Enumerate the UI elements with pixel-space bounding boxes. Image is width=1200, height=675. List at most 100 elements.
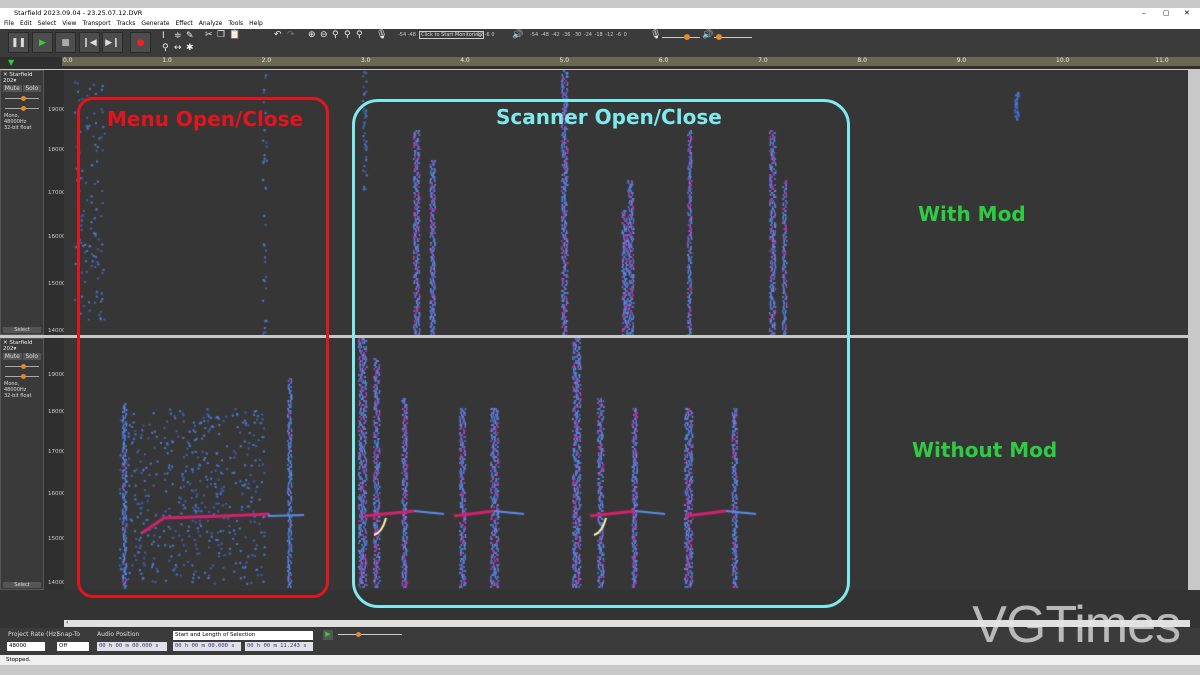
- status-bar: Stopped.: [0, 655, 1200, 665]
- close-button[interactable]: ✕: [1184, 8, 1190, 19]
- menu-tracks[interactable]: Tracks: [117, 20, 136, 27]
- ruler-tick: 0.0: [63, 57, 73, 64]
- maximize-button[interactable]: ▢: [1163, 8, 1170, 19]
- track-bitdepth: 32-bit float: [4, 125, 32, 131]
- select-button[interactable]: Select: [3, 327, 41, 333]
- skip-start-button[interactable]: ❙◀: [79, 32, 100, 53]
- play-at-speed-button[interactable]: ▶: [323, 630, 333, 640]
- record-meter-mic-icon: 🎙: [376, 30, 388, 40]
- menu-view[interactable]: View: [62, 20, 76, 27]
- start-monitoring-button[interactable]: Click to Start Monitoring: [419, 31, 484, 39]
- selection-mode-select[interactable]: Start and Length of Selection: [173, 631, 313, 640]
- selection-tool-icon[interactable]: I: [162, 31, 165, 41]
- zoom-in-icon[interactable]: ⊕: [308, 30, 316, 40]
- mic-volume-icon: 🎙: [650, 30, 662, 40]
- fit-project-icon[interactable]: ⚲: [344, 30, 351, 40]
- gain-slider[interactable]: [5, 96, 39, 101]
- menu-file[interactable]: File: [4, 20, 14, 27]
- menu-help[interactable]: Help: [249, 20, 263, 27]
- title-bar: Starfield 2023.09.04 - 23.25.07.12.DVR –…: [0, 8, 1200, 19]
- ruler-tick: 5.0: [559, 57, 570, 64]
- project-rate-select[interactable]: 48000: [7, 642, 45, 651]
- menu-select[interactable]: Select: [38, 20, 57, 27]
- menu-annotation-box: [77, 97, 329, 598]
- menu-edit[interactable]: Edit: [20, 20, 32, 27]
- gain-slider[interactable]: [5, 364, 39, 369]
- record-button[interactable]: ●: [130, 32, 151, 53]
- with-mod-label: With Mod: [918, 202, 1026, 226]
- menu-bar: File Edit Select View Transport Tracks Generat…: [0, 19, 1200, 29]
- watermark: VGTimes: [972, 596, 1181, 654]
- record-volume-thumb[interactable]: [684, 34, 690, 40]
- mute-button[interactable]: Mute: [3, 85, 22, 92]
- playback-volume-thumb[interactable]: [716, 34, 722, 40]
- ruler-tick: 2.0: [261, 57, 272, 64]
- timeline-ruler[interactable]: ▼ 0.0 1.0 2.0 3.0 4.0 5.0 6.0 7.0 8.0 9.0 10.0 11.0: [0, 57, 1200, 69]
- pan-slider[interactable]: [5, 106, 39, 111]
- ruler-tick: 3.0: [360, 57, 371, 64]
- scanner-annotation-box: [352, 99, 850, 608]
- ruler-tick: 9.0: [956, 57, 967, 64]
- minimize-button[interactable]: –: [1142, 8, 1146, 19]
- track-bitdepth: 32-bit float: [4, 393, 32, 399]
- track-control-panel: ✕ Starfield 202▾ Mute Solo Mono, 48000Hz …: [0, 70, 44, 335]
- selection-length-field[interactable]: 00 h 00 m 11.243 s: [245, 642, 313, 651]
- stop-button[interactable]: ■: [55, 32, 76, 53]
- pause-button[interactable]: ❚❚: [8, 32, 29, 53]
- ruler-tick: 4.0: [460, 57, 470, 64]
- ruler-tick: 1.0: [162, 57, 172, 64]
- window-title: Starfield 2023.09.04 - 23.25.07.12.DVR: [14, 9, 143, 17]
- pan-slider[interactable]: [5, 374, 39, 379]
- menu-annotation-label: Menu Open/Close: [107, 107, 304, 131]
- skip-end-button[interactable]: ▶❙: [102, 32, 123, 53]
- record-meter-scale-tail: -12 -6 0: [475, 32, 495, 38]
- ruler-tick: 10.0: [1056, 57, 1070, 64]
- ruler-tick: 8.0: [857, 57, 867, 64]
- playback-meter-scale: -54 -48 -42 -36 -30 -24 -18 -12 -6 0: [530, 32, 627, 38]
- undo-icon[interactable]: ↶: [274, 30, 282, 40]
- menu-tools[interactable]: Tools: [228, 20, 243, 27]
- zoom-out-icon[interactable]: ⊖: [320, 30, 328, 40]
- pin-head-icon[interactable]: ▼: [8, 58, 14, 67]
- playback-speaker-icon: 🔊: [512, 30, 524, 40]
- timeline-band[interactable]: [62, 57, 1200, 66]
- zoom-toggle-icon[interactable]: ⚲: [356, 30, 363, 40]
- speaker-volume-icon: 🔊: [702, 30, 714, 40]
- project-rate-label: Project Rate (Hz): [8, 631, 59, 638]
- track-format: Mono, 48000Hz: [4, 381, 27, 393]
- play-speed-slider[interactable]: [338, 634, 402, 635]
- ruler-tick: 11.0: [1155, 57, 1169, 64]
- ruler-tick: 7.0: [758, 57, 768, 64]
- selection-start-field[interactable]: 00 h 00 m 00.000 s: [173, 642, 241, 651]
- fit-selection-icon[interactable]: ⚲: [332, 30, 339, 40]
- redo-icon[interactable]: ↷: [287, 30, 295, 40]
- play-button[interactable]: ▶: [32, 32, 53, 53]
- audio-position-field[interactable]: 00 h 00 m 00.000 s: [97, 642, 167, 651]
- menu-transport[interactable]: Transport: [82, 20, 110, 27]
- envelope-tool-icon[interactable]: ≑: [174, 31, 182, 41]
- timeshift-tool-icon[interactable]: ↔: [174, 43, 182, 53]
- menu-generate[interactable]: Generate: [141, 20, 169, 27]
- paste-icon[interactable]: 📋: [229, 30, 240, 40]
- solo-button[interactable]: Solo: [22, 353, 41, 360]
- mute-button[interactable]: Mute: [3, 353, 22, 360]
- solo-button[interactable]: Solo: [22, 85, 41, 92]
- snap-to-select[interactable]: Off: [57, 642, 89, 651]
- scanner-annotation-label: Scanner Open/Close: [496, 105, 722, 129]
- ruler-tick: 6.0: [658, 57, 669, 64]
- zoom-tool-icon[interactable]: ⚲: [162, 43, 169, 53]
- audio-position-label: Audio Position: [97, 631, 140, 638]
- select-button[interactable]: Select: [3, 582, 41, 588]
- record-volume-slider[interactable]: [662, 37, 700, 38]
- menu-analyze[interactable]: Analyze: [199, 20, 223, 27]
- draw-tool-icon[interactable]: ✎: [186, 31, 194, 41]
- toolbar: ❚❚ ▶ ■ ❙◀ ▶❙ ● I ≑ ✎ ⚲ ↔ ✱ ✂ ❐ 📋 ↶ ↷ ⊕ ⊖…: [0, 29, 1200, 57]
- multi-tool-icon[interactable]: ✱: [186, 43, 194, 53]
- cut-icon[interactable]: ✂: [205, 30, 213, 40]
- menu-effect[interactable]: Effect: [175, 20, 192, 27]
- play-speed-thumb[interactable]: [356, 632, 361, 637]
- record-meter-scale: -54 -48: [398, 32, 416, 38]
- without-mod-label: Without Mod: [912, 438, 1058, 462]
- snap-to-label: Snap-To: [57, 631, 81, 638]
- copy-icon[interactable]: ❐: [217, 30, 225, 40]
